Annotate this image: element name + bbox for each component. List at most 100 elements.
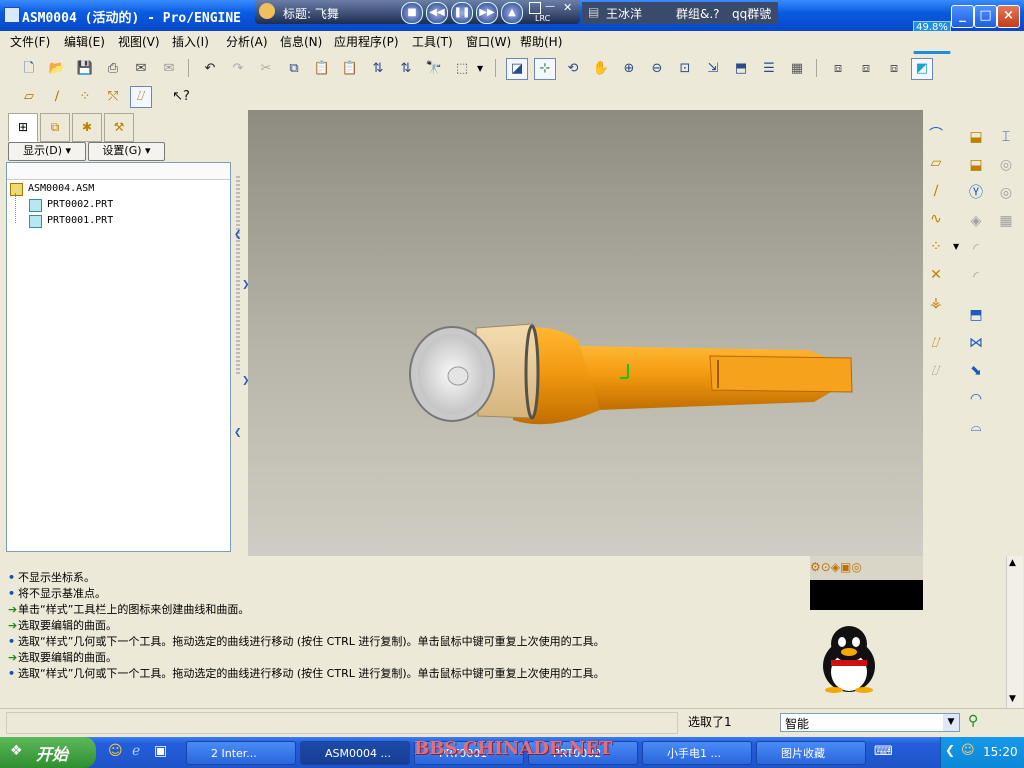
menu-help[interactable]: 帮助(H) <box>520 33 562 50</box>
datum-axis-display-icon[interactable]: ∕ <box>46 86 68 108</box>
datum-plane-display-icon[interactable]: ▱ <box>18 86 40 108</box>
im-qq[interactable]: qq群號 <box>732 5 771 22</box>
rib-icon[interactable]: ◎ <box>995 182 1017 204</box>
tray-qq-icon[interactable]: ☺ <box>961 743 975 758</box>
datum-point-display-icon[interactable]: ⁘ <box>74 86 96 108</box>
find-icon[interactable]: 🔭 <box>423 58 445 80</box>
regenerate-manager-icon[interactable]: ⇅ <box>395 58 417 80</box>
regenerate-icon[interactable]: ⇅ <box>367 58 389 80</box>
selection-filter-select[interactable]: 智能 ▼ <box>780 713 960 732</box>
spin-center-icon[interactable]: ⊹ <box>534 58 556 80</box>
scroll-up-icon[interactable]: ▲ <box>1009 558 1016 568</box>
refit-icon[interactable]: ⊡ <box>674 58 696 80</box>
round-icon[interactable]: ◜ <box>965 238 987 260</box>
selection-box-icon[interactable]: ⬚ <box>451 58 473 80</box>
extrude-icon[interactable]: ⬓ <box>965 126 987 148</box>
send-mail-icon[interactable]: ✉ <box>130 58 152 80</box>
keyboard-icon[interactable]: ⌨ <box>874 744 893 759</box>
shading-icon[interactable]: ◩ <box>911 58 933 80</box>
close-mini-icon[interactable]: ✕ <box>563 1 572 14</box>
datum-plane-icon[interactable]: ▱ <box>925 152 947 174</box>
reorient-icon[interactable]: ⇲ <box>702 58 724 80</box>
revolve-icon[interactable]: ⬓ <box>965 154 987 176</box>
task-picture-collection[interactable]: 图片收藏 <box>756 741 866 765</box>
minimize-button[interactable]: _ <box>951 5 974 28</box>
repaint-icon[interactable]: ◪ <box>506 58 528 80</box>
graphics-viewport[interactable] <box>248 110 923 556</box>
tab-connections[interactable]: ⚒ <box>104 113 134 142</box>
lrc-label[interactable]: LRC <box>535 14 550 23</box>
pan-hand-icon[interactable]: ✋ <box>590 58 612 80</box>
undo-icon[interactable]: ↶ <box>199 58 221 80</box>
datum-point-dropdown-icon[interactable]: ▼ <box>953 242 959 251</box>
send-mail-gray-icon[interactable]: ✉ <box>158 58 180 80</box>
new-file-icon[interactable]: 🗋 <box>18 58 40 80</box>
qq-toolbar[interactable]: ⚙⊙◈▣◎ <box>810 556 923 580</box>
im-group[interactable]: 群组&.? <box>676 5 720 22</box>
datum-curve-icon[interactable]: ∿ <box>925 208 947 230</box>
view-manager-icon[interactable]: ▦ <box>786 58 808 80</box>
task-internet[interactable]: 2 Inter... <box>186 741 296 765</box>
menu-file[interactable]: 文件(F) <box>10 33 50 50</box>
tab-folder-browser[interactable]: ⧉ <box>40 113 70 142</box>
menu-window[interactable]: 窗口(W) <box>466 33 511 50</box>
quicklaunch-qq-icon[interactable]: ☺ <box>108 743 123 759</box>
paste-special-icon[interactable]: 📋 <box>339 58 361 80</box>
task-flashlight-image[interactable]: 小手电1 ... <box>642 741 752 765</box>
scroll-down-icon[interactable]: ▼ <box>1009 694 1016 704</box>
trim-icon[interactable]: ◈ <box>965 210 987 232</box>
saved-views-icon[interactable]: ⬒ <box>730 58 752 80</box>
open-folder-icon[interactable]: 📂 <box>46 58 68 80</box>
style-edit-icon[interactable]: ⌰ <box>925 332 947 354</box>
shell-icon[interactable]: ◠ <box>965 388 987 410</box>
menu-view[interactable]: 视图(V) <box>118 33 160 50</box>
print-icon[interactable]: ⎙ <box>102 58 124 80</box>
start-button[interactable]: ❖ 开始 <box>0 737 96 768</box>
no-hidden-icon[interactable]: ⧈ <box>883 58 905 80</box>
stop-icon[interactable]: ■ <box>401 2 423 24</box>
chevron-down-icon[interactable]: ▼ <box>943 714 959 731</box>
collapse-arrow-icon[interactable]: ❮ <box>234 428 242 438</box>
draft-icon[interactable]: ⬊ <box>965 360 987 382</box>
chamfer-icon[interactable]: ◜ <box>965 266 987 288</box>
style-disabled-icon[interactable]: ⌰ <box>925 360 947 382</box>
menu-tools[interactable]: 工具(T) <box>412 33 453 50</box>
cut-icon[interactable]: ✂ <box>255 58 277 80</box>
csys-display-icon[interactable]: ⤲ <box>102 86 124 108</box>
message-scrollbar[interactable]: ▲ ▼ <box>1006 556 1023 708</box>
surface-icon[interactable]: ⌓ <box>965 416 987 438</box>
restore-mini-icon[interactable] <box>529 2 541 14</box>
tab-model-tree[interactable]: ⊞ <box>8 113 38 142</box>
collapse-arrow-icon[interactable]: ❮ <box>234 230 242 240</box>
app-icon[interactable] <box>4 7 20 23</box>
tray-expand-icon[interactable]: ❮ <box>945 743 955 757</box>
im-name[interactable]: 王冰洋 <box>606 5 642 22</box>
mirror-icon[interactable]: Ⓨ <box>965 182 987 204</box>
layers-icon[interactable]: ☰ <box>758 58 780 80</box>
hidden-line-icon[interactable]: ⧈ <box>855 58 877 80</box>
redo-icon[interactable]: ↷ <box>227 58 249 80</box>
menu-analysis[interactable]: 分析(A) <box>226 33 268 50</box>
paste-icon[interactable]: 📋 <box>311 58 333 80</box>
traffic-light-icon[interactable]: ⚲ <box>968 713 978 729</box>
sketch-curve-icon[interactable]: ⌒ <box>925 124 947 146</box>
pattern-icon[interactable]: ⋈ <box>965 332 987 354</box>
context-help-icon[interactable]: ↖? <box>170 86 192 108</box>
menu-applications[interactable]: 应用程序(P) <box>334 33 399 50</box>
settings-dropdown-button[interactable]: 设置(G) ▾ <box>88 142 165 161</box>
style-annotation-icon[interactable]: ⌰ <box>130 86 152 108</box>
sash-grip[interactable] <box>236 176 240 376</box>
wireframe-icon[interactable]: ⧈ <box>827 58 849 80</box>
save-icon[interactable]: 💾 <box>74 58 96 80</box>
next-icon[interactable]: ▶▶ <box>476 2 498 24</box>
selection-dropdown-icon[interactable]: ▼ <box>477 64 483 73</box>
show-dropdown-button[interactable]: 显示(D) ▾ <box>8 142 86 161</box>
datum-point-icon[interactable]: ⁘ <box>925 236 947 258</box>
offset-icon[interactable]: ⬒ <box>965 304 987 326</box>
minimize-mini-icon[interactable]: — <box>545 1 555 12</box>
grid-icon[interactable]: ▦ <box>995 210 1017 232</box>
tab-favorites[interactable]: ✱ <box>72 113 102 142</box>
datum-axis-icon[interactable]: ∕ <box>925 180 947 202</box>
orient-mode-icon[interactable]: ⟲ <box>562 58 584 80</box>
blend-icon[interactable]: ⌶ <box>995 126 1017 148</box>
